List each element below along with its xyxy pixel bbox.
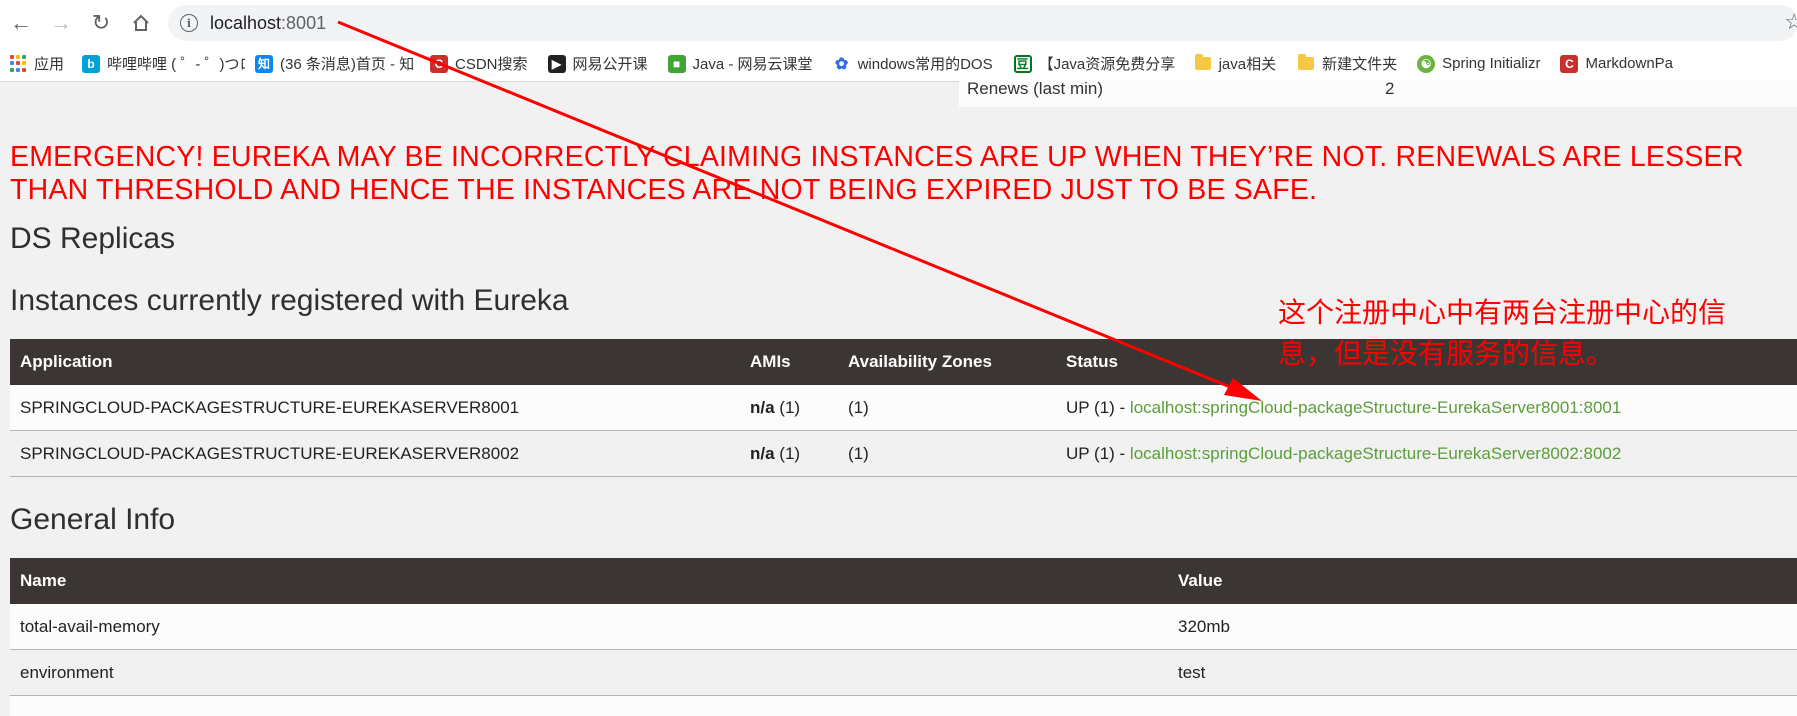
csdn-icon: C [430, 55, 448, 73]
emergency-line-1: EMERGENCY! EUREKA MAY BE INCORRECTLY CLA… [10, 141, 1797, 174]
status-cell: UP (1) - localhost:springCloud-packageSt… [1056, 385, 1797, 431]
bookmark-new-folder[interactable]: 新建文件夹 [1298, 53, 1397, 74]
renews-stat-row: Renews (last min) 2 [959, 81, 1797, 107]
info-name [10, 696, 1168, 716]
bookmark-bilibili[interactable]: b 哔哩哔哩 ( ゜- ゜)つロ [82, 53, 245, 74]
info-icon[interactable]: i [180, 14, 198, 32]
bookmark-label: 【Java资源免费分享 [1039, 53, 1175, 74]
bookmark-label: 哔哩哔哩 ( ゜- ゜)つロ [107, 53, 245, 74]
emergency-warning: EMERGENCY! EUREKA MAY BE INCORRECTLY CLA… [10, 141, 1797, 207]
instance-link[interactable]: localhost:springCloud-packageStructure-E… [1130, 444, 1621, 463]
bilibili-icon: b [82, 55, 100, 73]
book-icon: ■ [668, 55, 686, 73]
bookmark-dos[interactable]: ✿ windows常用的DOS [833, 53, 998, 74]
spring-icon: ☯ [1417, 55, 1435, 73]
forward-arrow-icon[interactable]: → [42, 4, 80, 42]
bookmark-label: Spring Initializr [1442, 55, 1540, 72]
bookmark-markdown[interactable]: C MarkdownPa [1560, 55, 1673, 73]
bookmark-label: java相关 [1219, 53, 1277, 74]
back-arrow-icon[interactable]: ← [2, 4, 40, 42]
bookmark-label: windows常用的DOS [858, 53, 998, 74]
folder-icon [1298, 57, 1314, 70]
bookmark-spring[interactable]: ☯ Spring Initializr [1417, 55, 1540, 73]
browser-toolbar: ← → ↻ i localhost:8001 ☆ [0, 0, 1797, 46]
info-value [1168, 696, 1797, 716]
bookmark-zhihu[interactable]: 知 (36 条消息)首页 - 知 [255, 53, 420, 74]
table-row: SPRINGCLOUD-PACKAGESTRUCTURE-EUREKASERVE… [10, 431, 1797, 477]
app-name: SPRINGCLOUD-PACKAGESTRUCTURE-EUREKASERVE… [10, 431, 740, 477]
instances-heading: Instances currently registered with Eure… [10, 284, 569, 318]
amis-cell: n/a (1) [740, 385, 838, 431]
bookmark-java-folder[interactable]: java相关 [1195, 53, 1277, 74]
col-availability-zones: Availability Zones [838, 339, 1056, 385]
bookmark-label: (36 条消息)首页 - 知 [280, 53, 420, 74]
bookmark-163-java[interactable]: ■ Java - 网易云课堂 [668, 53, 813, 74]
bookmark-csdn[interactable]: C CSDN搜索 [430, 53, 528, 74]
col-amis: AMIs [740, 339, 838, 385]
baidu-paw-icon: ✿ [833, 55, 851, 73]
ds-replicas-heading: DS Replicas [10, 222, 175, 256]
reload-icon[interactable]: ↻ [82, 4, 120, 42]
zones-cell: (1) [838, 385, 1056, 431]
bookmark-star-icon[interactable]: ☆ [1784, 9, 1797, 35]
address-bar[interactable]: i localhost:8001 ☆ [168, 5, 1797, 41]
table-row: environment test [10, 650, 1797, 696]
zhihu-icon: 知 [255, 55, 273, 73]
emergency-line-2: THAN THRESHOLD AND HENCE THE INSTANCES A… [10, 174, 1797, 207]
bookmark-java-share[interactable]: 豆 【Java资源免费分享 [1014, 53, 1175, 74]
instance-link[interactable]: localhost:springCloud-packageStructure-E… [1130, 398, 1621, 417]
bookmark-apps[interactable]: 应用 [10, 53, 64, 74]
info-value: 320mb [1168, 604, 1797, 650]
douban-icon: 豆 [1014, 55, 1032, 73]
bookmark-label: CSDN搜索 [455, 53, 528, 74]
info-value: test [1168, 650, 1797, 696]
bookmarks-bar: 应用 b 哔哩哔哩 ( ゜- ゜)つロ 知 (36 条消息)首页 - 知 C C… [0, 46, 1797, 82]
bookmark-label: 应用 [34, 53, 64, 74]
status-cell: UP (1) - localhost:springCloud-packageSt… [1056, 431, 1797, 477]
annotation-line-2: 息，但是没有服务的信息。 [1278, 333, 1797, 374]
play-icon: ▶ [548, 55, 566, 73]
zones-cell: (1) [838, 431, 1056, 477]
home-icon[interactable] [122, 4, 160, 42]
bookmark-label: 网易公开课 [573, 53, 648, 74]
apps-grid-icon [10, 55, 28, 73]
annotation-line-1: 这个注册中心中有两台注册中心的信 [1278, 292, 1797, 333]
renews-value: 2 [1385, 79, 1394, 99]
info-name: environment [10, 650, 1168, 696]
red-annotation-note: 这个注册中心中有两台注册中心的信 息，但是没有服务的信息。 [1278, 292, 1797, 374]
url-text: localhost:8001 [210, 13, 326, 34]
col-name: Name [10, 558, 1168, 604]
app-name: SPRINGCLOUD-PACKAGESTRUCTURE-EUREKASERVE… [10, 385, 740, 431]
table-row [10, 696, 1797, 716]
amis-cell: n/a (1) [740, 431, 838, 477]
col-application: Application [10, 339, 740, 385]
table-row: total-avail-memory 320mb [10, 604, 1797, 650]
bookmark-label: Java - 网易云课堂 [693, 53, 813, 74]
bookmark-label: MarkdownPa [1585, 55, 1673, 72]
bookmark-163-open[interactable]: ▶ 网易公开课 [548, 53, 648, 74]
general-info-table: Name Value total-avail-memory 320mb envi… [10, 558, 1797, 716]
table-row: SPRINGCLOUD-PACKAGESTRUCTURE-EUREKASERVE… [10, 385, 1797, 431]
col-value: Value [1168, 558, 1797, 604]
folder-icon [1195, 57, 1211, 70]
general-info-heading: General Info [10, 503, 175, 537]
csdn-icon: C [1560, 55, 1578, 73]
info-name: total-avail-memory [10, 604, 1168, 650]
renews-label: Renews (last min) [967, 79, 1103, 99]
bookmark-label: 新建文件夹 [1322, 53, 1397, 74]
